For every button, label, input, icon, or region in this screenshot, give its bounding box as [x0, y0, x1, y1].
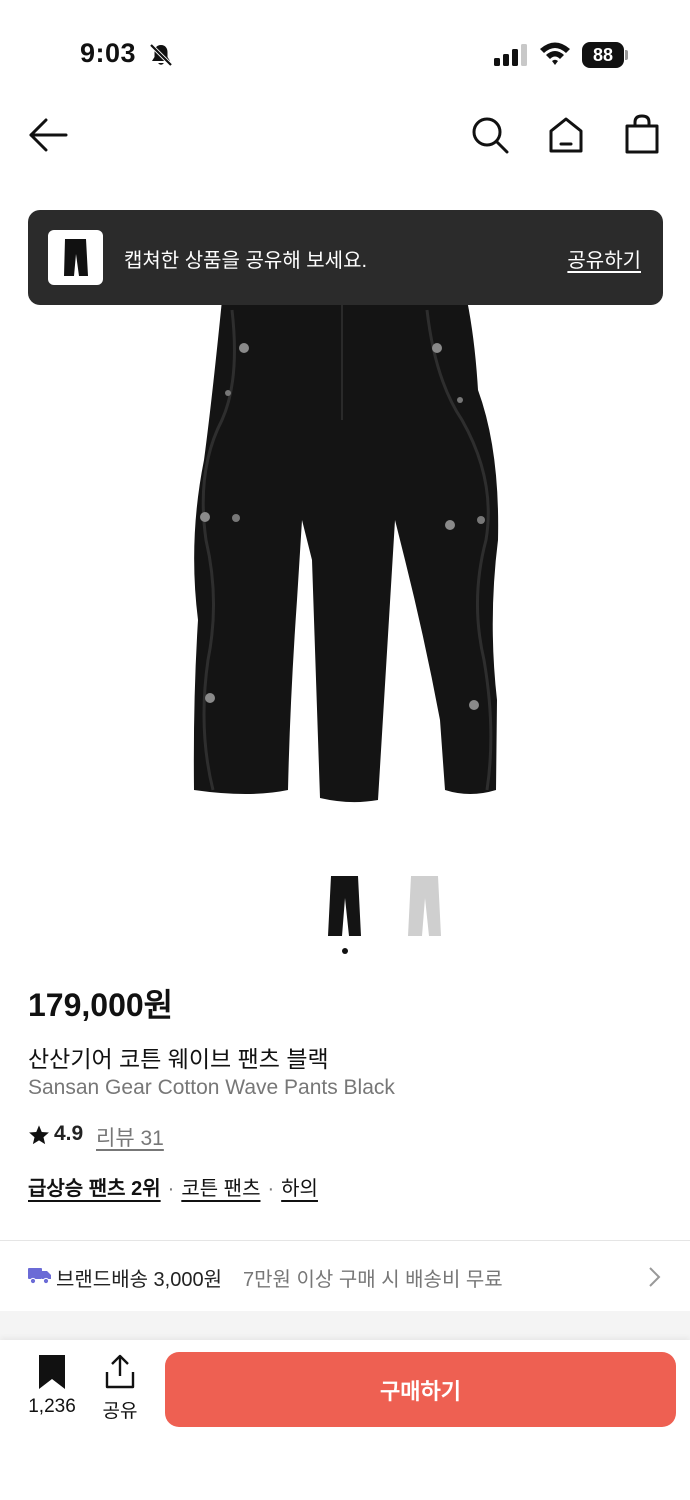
category-row: 급상승 팬츠 2위 · 코튼 팬츠 · 하의 — [28, 1172, 318, 1201]
shipping-note: 7만원 이상 구매 시 배송비 무료 — [243, 1269, 503, 1291]
wifi-icon — [540, 42, 570, 65]
share-label: 공유 — [102, 1401, 138, 1422]
bookmark-icon — [39, 1355, 65, 1389]
product-image[interactable] — [0, 240, 690, 840]
category-link-cotton-pants[interactable]: 코튼 팬츠 — [181, 1178, 260, 1200]
buy-button[interactable]: 구매하기 — [165, 1352, 676, 1427]
rating-score: 4.9 — [54, 1122, 84, 1145]
thumbnail-gray[interactable] — [402, 872, 446, 940]
shipping-row[interactable]: 브랜드배송 3,000원 7만원 이상 구매 시 배송비 무료 — [0, 1241, 690, 1311]
bookmark-count: 1,236 — [28, 1396, 76, 1417]
review-link[interactable]: 리뷰 31 — [96, 1122, 164, 1152]
battery-level: 88 — [582, 42, 624, 68]
share-button[interactable]: 공유 — [98, 1354, 142, 1424]
bell-off-icon — [149, 43, 173, 67]
product-price: 179,000원 — [28, 987, 174, 1023]
bookmark-button[interactable]: 1,236 — [22, 1354, 82, 1424]
shipping-label: 브랜드배송 3,000원 — [56, 1269, 223, 1291]
image-thumbnails — [0, 872, 690, 962]
home-icon[interactable] — [546, 115, 586, 155]
bottom-action-bar: 1,236 공유 구매하기 — [0, 1340, 690, 1500]
category-link-ranking[interactable]: 급상승 팬츠 2위 — [28, 1178, 161, 1200]
signal-icon — [494, 44, 527, 66]
chevron-right-icon — [649, 1267, 661, 1287]
share-toast: 캡쳐한 상품을 공유해 보세요. 공유하기 — [28, 210, 663, 305]
product-name-en: Sansan Gear Cotton Wave Pants Black — [28, 1076, 395, 1099]
star-icon — [29, 1125, 49, 1145]
thumbnail-black[interactable] — [322, 872, 366, 940]
gallery-page-indicator — [342, 948, 348, 954]
status-bar: 9:03 88 — [0, 0, 690, 100]
toast-share-link[interactable]: 공유하기 — [567, 244, 641, 273]
share-icon — [105, 1354, 135, 1389]
toast-product-thumbnail — [48, 230, 103, 285]
shopping-bag-icon[interactable] — [622, 113, 662, 155]
truck-icon — [28, 1268, 51, 1285]
category-separator: · — [167, 1178, 175, 1200]
battery-indicator: 88 — [582, 42, 628, 68]
toast-message: 캡쳐한 상품을 공유해 보세요. — [124, 250, 368, 272]
status-time: 9:03 — [80, 38, 137, 68]
top-nav — [0, 105, 690, 165]
section-gap — [0, 1311, 690, 1340]
search-icon[interactable] — [470, 115, 510, 155]
category-link-bottoms[interactable]: 하의 — [281, 1178, 318, 1200]
back-arrow-icon[interactable] — [28, 117, 68, 153]
product-name-ko: 산산기어 코튼 웨이브 팬츠 블랙 — [28, 1046, 329, 1072]
battery-tip — [625, 50, 628, 60]
category-separator: · — [267, 1178, 275, 1200]
